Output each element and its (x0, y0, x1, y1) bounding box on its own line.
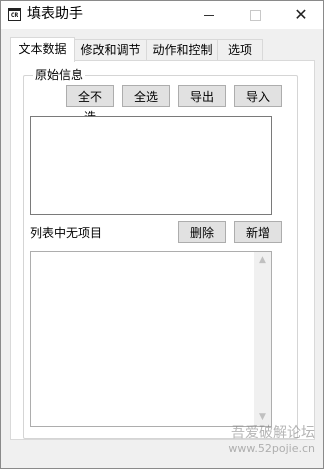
tab-modify-adjust[interactable]: 修改和调节 (73, 39, 148, 61)
tab-panel-text-data: 原始信息 全不选 全选 导出 导入 列表中无项目 删除 新增 ▲ ▼ (10, 60, 315, 440)
original-info-group: 原始信息 全不选 全选 导出 导入 列表中无项目 删除 新增 ▲ ▼ (23, 68, 298, 439)
delete-button[interactable]: 删除 (178, 221, 226, 243)
watermark-url: www.52pojie.cn (228, 442, 315, 455)
list-status-label: 列表中无项目 (30, 226, 103, 240)
add-button[interactable]: 新增 (234, 221, 282, 243)
minimize-button[interactable] (187, 1, 231, 29)
window-title: 填表助手 (27, 6, 83, 22)
deselect-all-button[interactable]: 全不选 (66, 85, 114, 124)
watermark: 吾爱破解论坛 www.52pojie.cn (228, 425, 315, 456)
app-form-icon: CR (8, 8, 21, 21)
items-list-scrollbar[interactable]: ▲ ▼ (254, 252, 271, 426)
app-window: CR 填表助手 ✕ 文本数据 修改和调节 动作和控制 选项 原始信息 全不选 全… (0, 0, 324, 469)
select-all-button[interactable]: 全选 (122, 85, 170, 107)
items-list[interactable]: ▲ ▼ (30, 251, 272, 427)
scroll-up-arrow-icon[interactable]: ▲ (254, 252, 271, 269)
close-button[interactable]: ✕ (279, 1, 323, 29)
watermark-text: 吾爱破解论坛 (231, 425, 315, 441)
original-info-legend: 原始信息 (33, 68, 86, 83)
original-info-list[interactable] (30, 116, 272, 215)
import-button[interactable]: 导入 (234, 85, 282, 107)
scroll-down-arrow-icon[interactable]: ▼ (254, 409, 271, 426)
maximize-button[interactable] (233, 1, 277, 29)
tab-text-data[interactable]: 文本数据 (10, 37, 75, 62)
close-icon: ✕ (294, 5, 308, 24)
title-bar[interactable]: CR 填表助手 ✕ (1, 1, 323, 29)
tab-actions-control[interactable]: 动作和控制 (146, 39, 219, 61)
tab-options[interactable]: 选项 (217, 39, 263, 61)
export-button[interactable]: 导出 (178, 85, 226, 107)
